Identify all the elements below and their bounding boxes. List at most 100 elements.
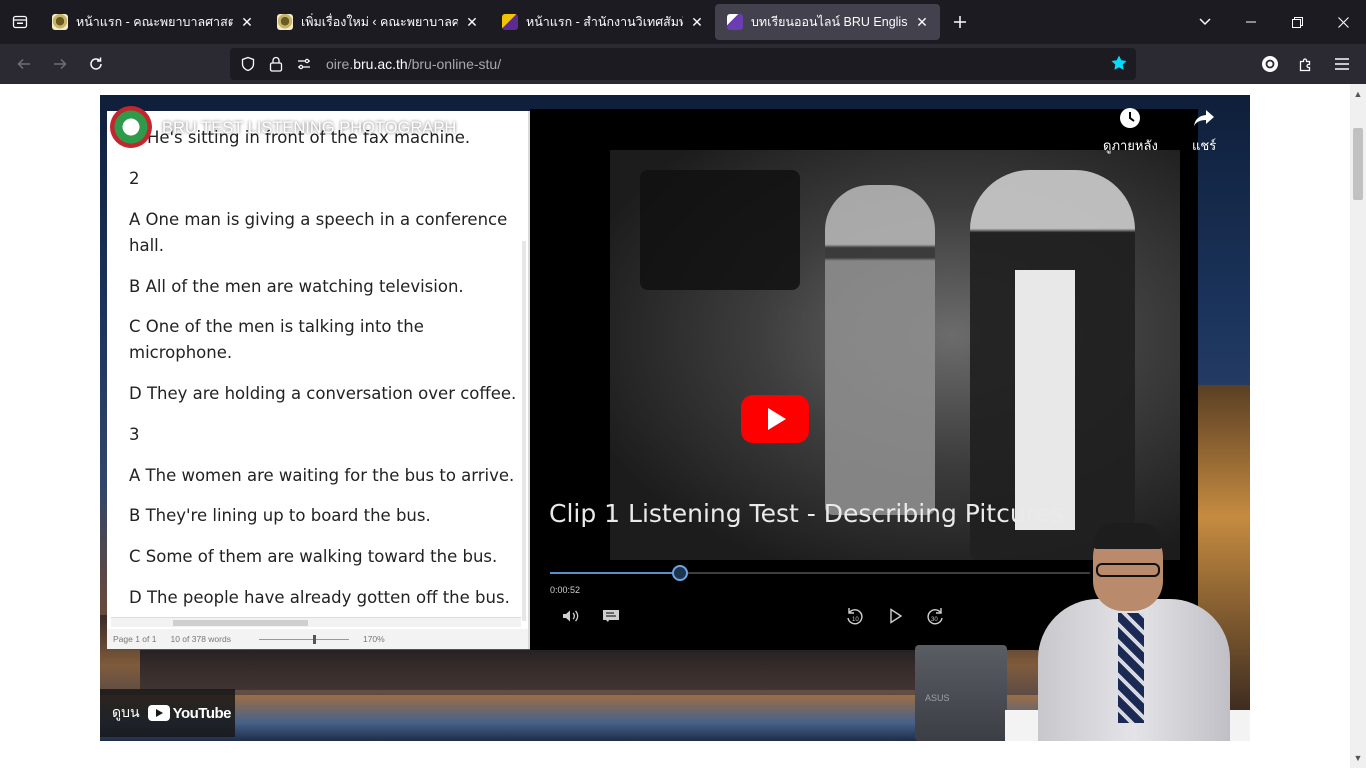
doc-page-count: Page 1 of 1 <box>113 634 157 644</box>
camera-silhouette <box>640 170 800 290</box>
doc-zoom-level: 170% <box>362 634 385 644</box>
skip-back-icon[interactable]: 10 <box>844 607 866 625</box>
doc-line: B All of the men are watching television… <box>129 277 464 296</box>
arrow-left-icon <box>17 58 30 70</box>
minimize-icon <box>1246 21 1256 23</box>
video-title[interactable]: BRU TEST LISTENING PHOTOGRAPH <box>162 119 456 138</box>
hamburger-menu-icon <box>1335 58 1349 70</box>
skip-forward-icon[interactable]: 30 <box>924 607 946 625</box>
doc-line: 3 <box>129 425 140 444</box>
bookmark-star-button[interactable] <box>1110 54 1128 77</box>
favicon-icon <box>52 14 68 30</box>
doc-zoom-slider <box>258 634 349 644</box>
close-window-button[interactable] <box>1320 0 1366 44</box>
youtube-embed[interactable]: D He's sitting in front of the fax machi… <box>100 95 1250 741</box>
presenter-hair <box>1093 523 1163 549</box>
watch-later-label: ดูภายหลัง <box>1103 138 1158 153</box>
share-label: แชร์ <box>1192 138 1217 153</box>
menu-button[interactable] <box>1324 48 1360 80</box>
tracking-protection-button[interactable] <box>234 56 262 72</box>
play-icon[interactable] <box>885 607 907 625</box>
share-button[interactable]: แชร์ <box>1192 107 1216 156</box>
close-icon[interactable]: ✕ <box>689 14 705 30</box>
shirt-silhouette <box>1015 270 1075 530</box>
doc-line: B They're lining up to board the bus. <box>129 506 431 525</box>
tab-title: เพิ่มเรื่องใหม่ ‹ คณะพยาบาลศาสตร์ <box>301 15 458 29</box>
list-all-tabs-button[interactable] <box>1182 0 1228 44</box>
channel-avatar[interactable] <box>110 106 152 148</box>
background-bridge <box>140 650 920 690</box>
watch-on-label: ดูบน <box>112 704 140 720</box>
back-button[interactable] <box>6 48 42 80</box>
presenter <box>1038 523 1230 741</box>
captions-icon[interactable] <box>600 607 622 625</box>
progress-knob[interactable] <box>671 565 688 581</box>
doc-line: hall. <box>129 236 164 255</box>
presenter-tie <box>1118 613 1144 723</box>
scroll-down-arrow-icon[interactable]: ▼ <box>1350 750 1366 766</box>
tab-nursing-home[interactable]: หน้าแรก - คณะพยาบาลศาสตร์ ✕ <box>40 4 265 40</box>
doc-scroll-thumb <box>173 620 308 626</box>
doc-line: A The women are waiting for the bus to a… <box>129 466 515 485</box>
favicon-icon <box>727 14 743 30</box>
doc-line: C One of the men is talking into the <box>129 317 424 336</box>
person-silhouette <box>825 185 935 515</box>
navigation-toolbar: oire.bru.ac.th/bru-online-stu/ <box>0 44 1366 84</box>
doc-line: microphone. <box>129 343 233 362</box>
address-bar[interactable]: oire.bru.ac.th/bru-online-stu/ <box>230 48 1136 80</box>
plus-icon <box>954 16 966 28</box>
doc-line: D They are holding a conversation over c… <box>129 384 517 403</box>
skip-forward-label: 30 <box>931 617 938 623</box>
url-path: /bru-online-stu/ <box>407 56 502 72</box>
site-security-button[interactable] <box>262 56 290 72</box>
url-prefix: oire. <box>326 56 354 72</box>
doc-word-count: 10 of 378 words <box>170 634 231 644</box>
restore-button[interactable] <box>1274 0 1320 44</box>
laptop-logo: ASUS <box>925 693 950 703</box>
forward-button[interactable] <box>42 48 78 80</box>
star-icon <box>1111 55 1127 70</box>
favicon-icon <box>277 14 293 30</box>
skip-back-label: 10 <box>852 617 859 623</box>
watch-on-youtube-button[interactable]: ดูบน YouTube <box>100 689 235 737</box>
doc-line: A One man is giving a speech in a confer… <box>129 210 508 229</box>
youtube-wordmark: YouTube <box>172 704 232 722</box>
close-icon[interactable]: ✕ <box>914 14 930 30</box>
close-icon <box>1337 16 1349 28</box>
tab-international-affairs[interactable]: หน้าแรก - สำนักงานวิเทศสัมพันธ์ ✕ <box>490 4 715 40</box>
tab-title: หน้าแรก - คณะพยาบาลศาสตร์ <box>76 15 233 29</box>
tab-nursing-new-post[interactable]: เพิ่มเรื่องใหม่ ‹ คณะพยาบาลศาสตร์ ✕ <box>265 4 490 40</box>
progress-bar[interactable] <box>550 565 1090 581</box>
time-display: 0:00:52 <box>550 585 581 595</box>
close-icon[interactable]: ✕ <box>239 14 255 30</box>
close-icon[interactable]: ✕ <box>464 14 480 30</box>
extensions-button[interactable] <box>1288 48 1324 80</box>
scroll-thumb[interactable] <box>1353 128 1363 200</box>
new-tab-button[interactable] <box>940 4 980 40</box>
shield-icon <box>241 56 255 72</box>
restore-icon <box>1291 16 1303 28</box>
watch-later-button[interactable]: ดูภายหลัง <box>1103 107 1158 156</box>
tab-title: บทเรียนออนไลน์ BRU English Test <box>751 15 908 29</box>
tab-bru-english-test[interactable]: บทเรียนออนไลน์ BRU English Test ✕ <box>715 4 940 40</box>
doc-status-bar: Page 1 of 1 10 of 378 words 170% <box>107 629 528 649</box>
reload-button[interactable] <box>78 48 114 80</box>
doc-line: D The people have already gotten off the… <box>129 588 510 607</box>
account-button[interactable] <box>1252 48 1288 80</box>
minimize-button[interactable] <box>1228 0 1274 44</box>
volume-icon[interactable] <box>560 607 582 625</box>
laptop: ASUS <box>915 645 1007 741</box>
site-permissions-button[interactable] <box>290 56 318 72</box>
lock-icon <box>269 56 283 72</box>
arrow-right-icon <box>54 58 67 70</box>
clip-title: Clip 1 Listening Test - Describing Pitcu… <box>549 499 1064 528</box>
scroll-up-arrow-icon[interactable]: ▲ <box>1350 86 1366 102</box>
page-scrollbar[interactable]: ▲ ▼ <box>1350 84 1366 768</box>
reload-icon <box>90 57 102 70</box>
play-button[interactable] <box>741 395 809 443</box>
doc-zoom-knob <box>312 634 316 644</box>
tab-title: หน้าแรก - สำนักงานวิเทศสัมพันธ์ <box>526 15 683 29</box>
word-document-panel: D He's sitting in front of the fax machi… <box>107 111 532 649</box>
url-text[interactable]: oire.bru.ac.th/bru-online-stu/ <box>326 56 501 72</box>
firefox-view-button[interactable] <box>0 0 40 44</box>
